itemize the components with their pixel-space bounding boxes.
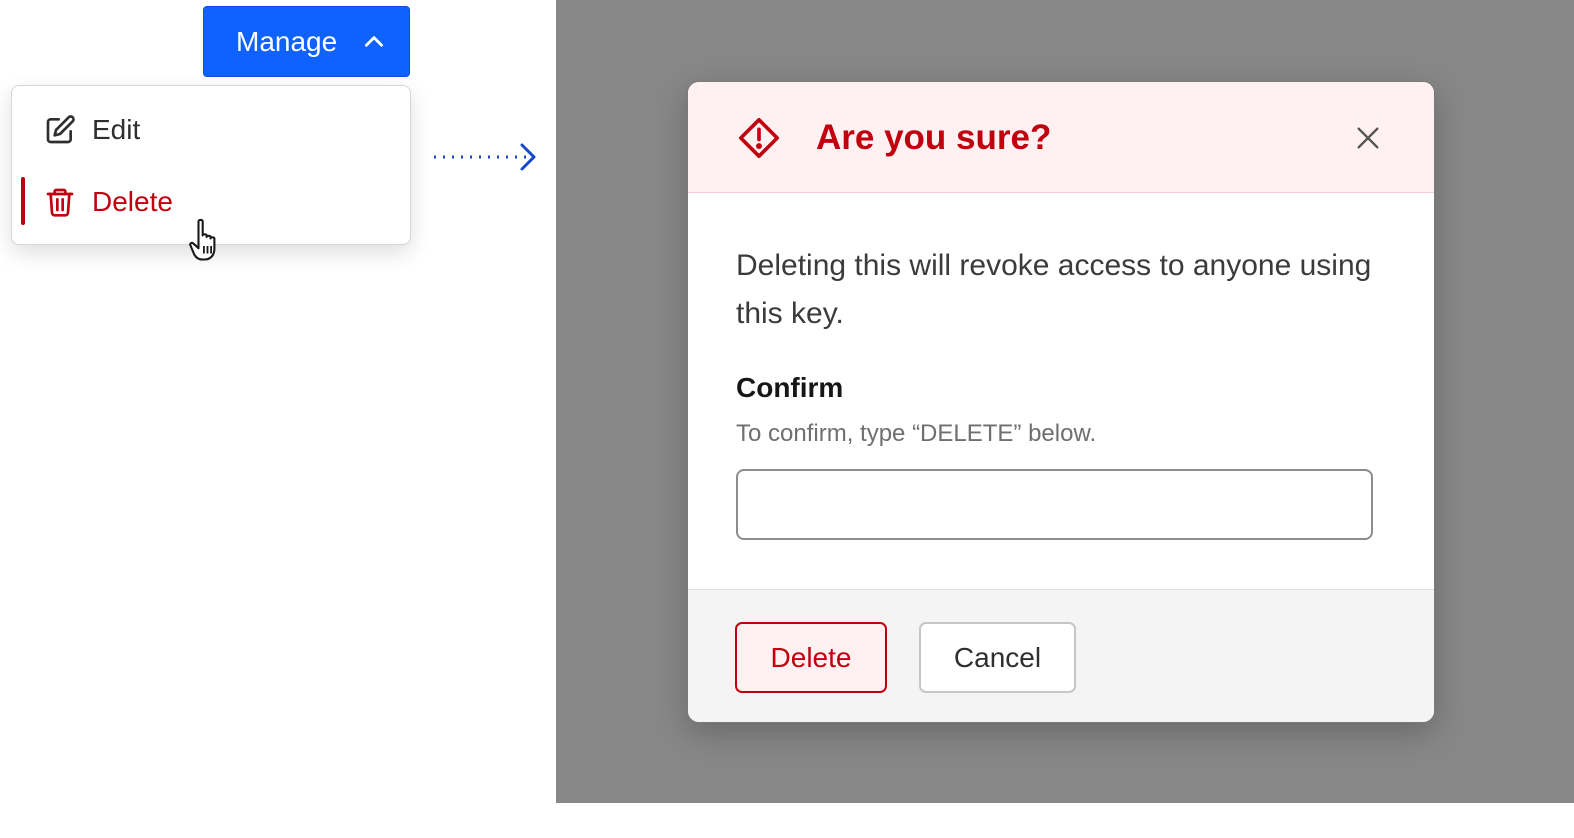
modal-title: Are you sure?: [816, 118, 1052, 157]
menu-item-edit[interactable]: Edit: [12, 100, 410, 160]
modal-message: Deleting this will revoke access to anyo…: [736, 249, 1372, 330]
confirm-delete-modal: Are you sure? Deleting this will revoke …: [687, 81, 1435, 723]
dotted-arrow-right-icon: [434, 143, 536, 171]
cancel-button[interactable]: Cancel: [919, 622, 1076, 693]
confirm-field-label: Confirm: [736, 372, 844, 403]
warning-diamond-icon: [738, 117, 780, 159]
trash-icon: [46, 188, 74, 217]
pointer-hand-icon: [189, 218, 216, 261]
menu-item-edit-label: Edit: [92, 114, 141, 145]
modal-header: Are you sure?: [688, 82, 1434, 193]
menu-item-delete-label: Delete: [92, 186, 173, 217]
modal-body: Deleting this will revoke access to anyo…: [736, 242, 1386, 540]
confirm-input[interactable]: [736, 469, 1373, 540]
chevron-up-icon: [365, 36, 383, 47]
modal-footer: Delete Cancel: [688, 589, 1434, 722]
manage-button-label: Manage: [236, 25, 338, 57]
confirm-field-helper: To confirm, type “DELETE” below.: [736, 420, 1097, 447]
pencil-square-icon: [46, 115, 75, 144]
delete-button[interactable]: Delete: [735, 622, 887, 693]
active-indicator: [21, 177, 25, 225]
close-icon[interactable]: [1354, 124, 1382, 152]
manage-button[interactable]: Manage: [203, 6, 410, 77]
